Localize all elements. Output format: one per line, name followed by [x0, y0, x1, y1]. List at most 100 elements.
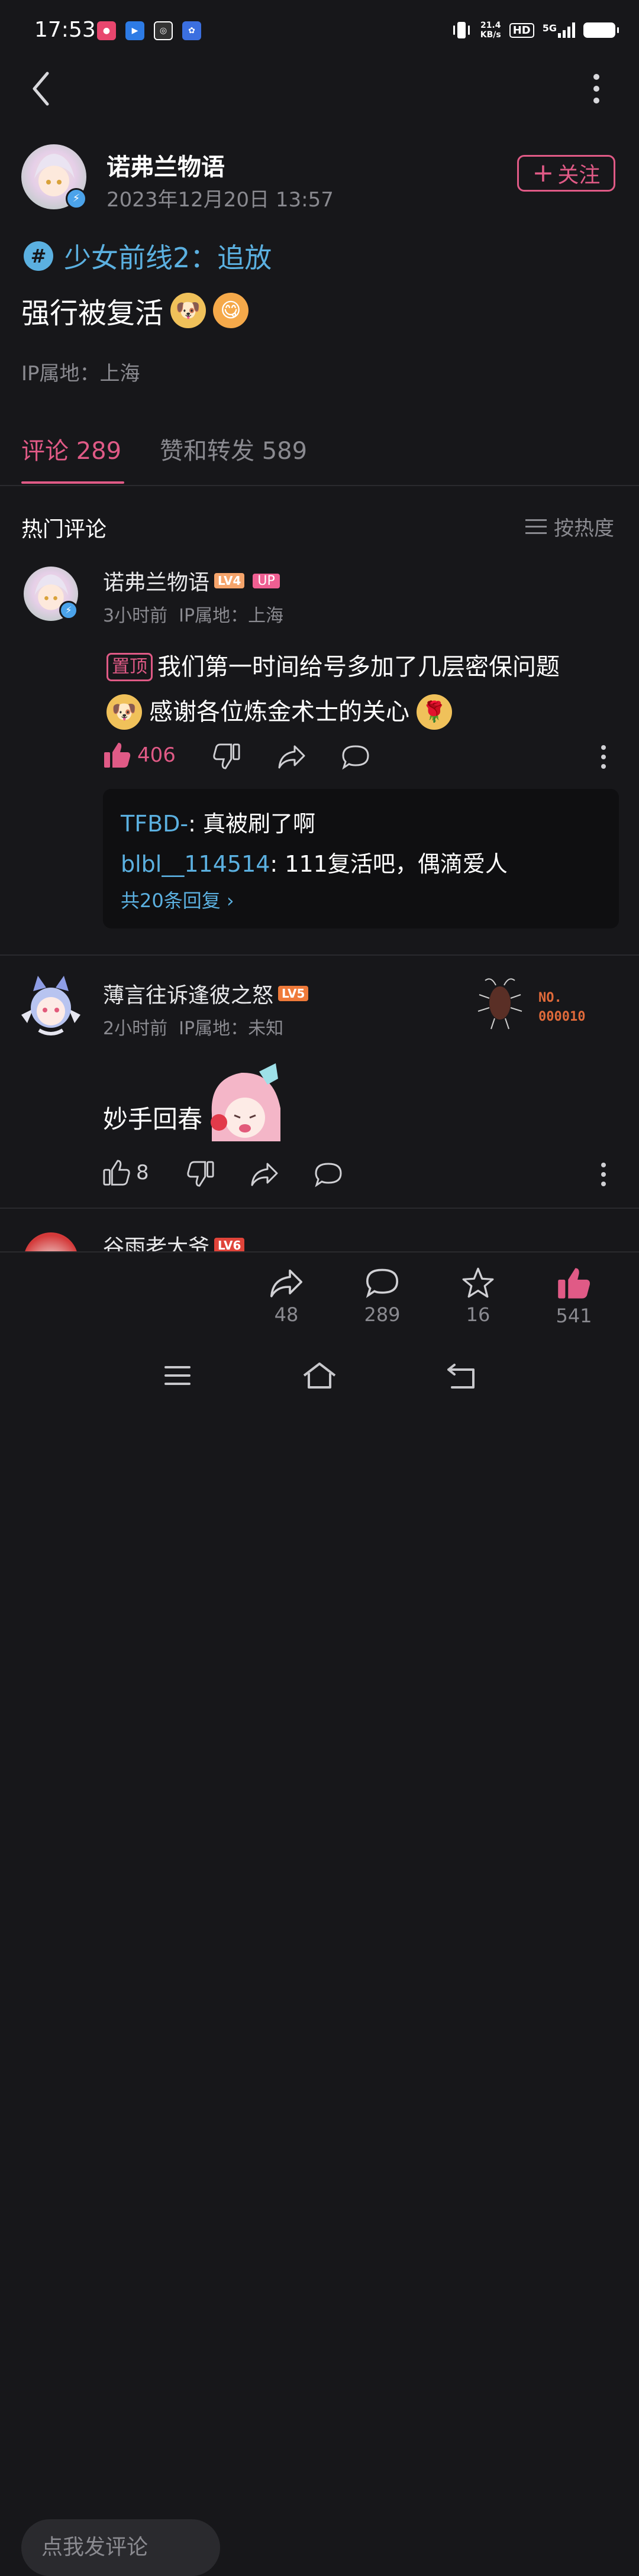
comment-divider: [0, 1208, 639, 1209]
tab-active-indicator: [21, 481, 124, 484]
comment-username[interactable]: 薄言往诉逢彼之怒: [103, 978, 273, 1009]
cockroach-badge-icon: [477, 978, 522, 1030]
network-type: 5G: [542, 22, 557, 34]
comment-more-icon[interactable]: [596, 744, 611, 770]
comment-more-icon[interactable]: [596, 1161, 611, 1187]
battery-icon: [583, 22, 619, 38]
hd-icon: HD: [509, 22, 534, 38]
thumbs-up-icon: [103, 1160, 130, 1186]
reply-item[interactable]: blbl__114514: 111复活吧，偶滴爱人: [121, 846, 508, 878]
vibrate-icon: [453, 22, 470, 38]
comment-divider: [0, 954, 639, 956]
post-ip-location: IP属地：上海: [21, 362, 140, 386]
reply-username[interactable]: blbl__114514: [121, 851, 270, 877]
hashtag-icon: #: [24, 241, 53, 271]
reply-preview-box[interactable]: TFBD-: 真被刷了啊 blbl__114514: 111复活吧，偶滴爱人 共…: [103, 789, 619, 928]
comment-text: 妙手回春: [103, 1061, 289, 1141]
like-count: 8: [136, 1161, 149, 1185]
status-indicators: 21.4 KB/s HD 5G: [451, 20, 619, 40]
thumbs-up-filled-icon: [558, 1268, 590, 1299]
reply-text: : 111复活吧，偶滴爱人: [270, 851, 508, 877]
app-notification-icon: ●: [97, 21, 116, 40]
home-icon[interactable]: [302, 1361, 337, 1390]
signal-icon: 5G: [543, 22, 575, 38]
back-arrow-icon[interactable]: [30, 70, 53, 108]
doge-rose-emoji-icon: 🌹: [417, 694, 452, 730]
star-icon: [462, 1267, 494, 1298]
notification-icons: ● ▶ ◎ ✿: [97, 21, 201, 40]
comment-avatar[interactable]: [15, 973, 86, 1040]
app-notification-icon: ▶: [125, 21, 144, 40]
topic-label: 少女前线2：追放: [64, 242, 272, 274]
comment-user-row: 薄言往诉逢彼之怒 LV5: [103, 978, 309, 1009]
share-icon[interactable]: [250, 1161, 279, 1186]
yum-emoji-icon: 😋: [213, 293, 249, 328]
net-speed-unit: KB/s: [480, 30, 501, 40]
post-author-name[interactable]: 诺弗兰物语: [106, 148, 225, 182]
post-text-content: 强行被复活: [21, 297, 164, 330]
net-speed: 21.4 KB/s: [480, 21, 501, 40]
comment-user-row: 诺弗兰物语 LV4 UP: [103, 565, 280, 596]
doge-emoji-icon: 🐶: [106, 694, 142, 730]
plus-icon: +: [532, 158, 554, 188]
status-time: 17:53: [34, 18, 96, 42]
tab-divider: [0, 485, 639, 486]
reply-username[interactable]: TFBD-: [121, 811, 188, 837]
comment-text-content: 妙手回春: [103, 1105, 203, 1134]
share-button[interactable]: 48: [257, 1267, 316, 1326]
comment-bubble-icon: [366, 1268, 399, 1298]
reply-bubble-icon[interactable]: [341, 744, 370, 770]
comment-text-line: 感谢各位炼金术士的关心: [149, 698, 409, 726]
like-count: 406: [137, 743, 176, 767]
bottom-action-bar: 点我发评论 48 289 16 541: [0, 1251, 639, 2576]
comment-like-button[interactable]: 406: [103, 742, 176, 769]
thumbs-down-icon[interactable]: [213, 743, 240, 770]
badge-no-label: NO.: [538, 991, 562, 1005]
comment-username[interactable]: 诺弗兰物语: [103, 565, 209, 596]
more-options-icon[interactable]: [588, 71, 605, 106]
sort-label: 按热度: [554, 517, 614, 541]
post-text: 强行被复活 🐶 😋: [21, 290, 249, 331]
avatar-pendant-icon: [21, 976, 80, 1035]
reply-item[interactable]: TFBD-: 真被刷了啊: [121, 805, 315, 838]
share-icon: [270, 1269, 302, 1297]
follow-label: 关注: [557, 163, 601, 187]
thumbs-up-filled-icon: [104, 743, 131, 768]
comment-text-line: 我们第一时间给号多加了几层密保问题: [157, 653, 560, 681]
comment-text: 置顶 我们第一时间给号多加了几层密保问题 🐶 感谢各位炼金术士的关心 🌹: [106, 645, 621, 734]
level-badge: LV5: [278, 986, 309, 1001]
follow-button[interactable]: + 关注: [517, 155, 615, 192]
reply-text: : 真被刷了啊: [188, 811, 316, 837]
tab-comments[interactable]: 评论 289: [21, 432, 121, 466]
sort-button[interactable]: 按热度: [525, 512, 614, 541]
comments-header-title: 热门评论: [21, 517, 107, 542]
post-datetime: 2023年12月20日 13:57: [106, 188, 334, 212]
back-icon[interactable]: [446, 1363, 478, 1390]
comment-meta: 2小时前 IP属地：未知: [103, 1018, 284, 1039]
comment-like-button[interactable]: 8: [103, 1159, 149, 1186]
verified-badge-icon: ⚡: [66, 188, 87, 209]
tab-likes-reposts[interactable]: 赞和转发 589: [160, 432, 307, 466]
menu-icon[interactable]: [163, 1364, 192, 1387]
favorite-count: 16: [466, 1303, 490, 1326]
thumbs-down-icon[interactable]: [187, 1160, 214, 1187]
view-all-replies-link[interactable]: 共20条回复 ›: [121, 886, 234, 913]
like-button[interactable]: 541: [544, 1267, 604, 1327]
like-count: 541: [556, 1305, 592, 1327]
sticker-girl-icon: [211, 1063, 281, 1141]
favorite-button[interactable]: 16: [448, 1267, 508, 1326]
comment-button[interactable]: 289: [353, 1267, 412, 1326]
verified-badge-icon: ⚡: [59, 601, 78, 620]
comment-input[interactable]: 点我发评论: [21, 2519, 220, 2576]
share-count: 48: [274, 1303, 299, 1326]
share-icon[interactable]: [277, 744, 306, 769]
comment-count: 289: [364, 1303, 401, 1326]
status-bar: 17:53 ● ▶ ◎ ✿ 21.4 KB/s HD 5G: [0, 0, 639, 64]
sort-lines-icon: [525, 519, 547, 534]
app-notification-icon: ◎: [154, 21, 173, 40]
net-speed-value: 21.4: [480, 21, 501, 30]
topic-tag[interactable]: # 少女前线2：追放: [24, 237, 272, 276]
reply-bubble-icon[interactable]: [314, 1161, 343, 1187]
collection-badge: NO. 000010: [473, 975, 621, 1034]
pinned-tag: 置顶: [106, 653, 153, 681]
